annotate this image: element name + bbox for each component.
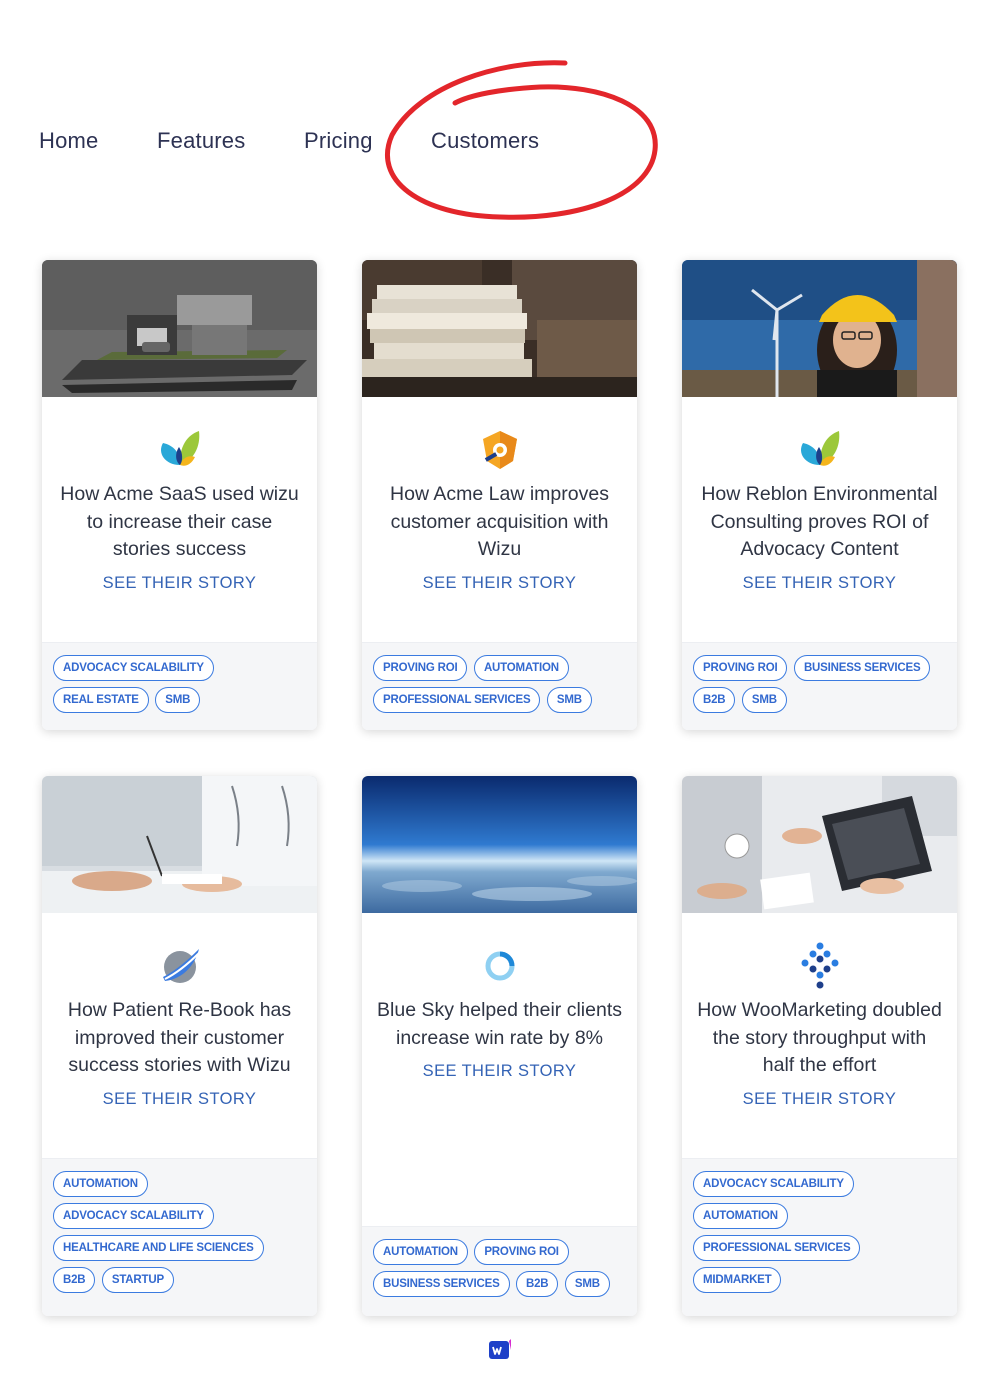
tag-chip[interactable]: STARTUP: [101, 1267, 174, 1293]
card-title: Blue Sky helped their clients increase w…: [377, 999, 622, 1049]
tag-chip[interactable]: ADVOCACY SCALABILITY: [53, 1203, 214, 1229]
see-their-story-link[interactable]: SEE THEIR STORY: [743, 574, 897, 593]
card-body: How Acme Law improves customer acquisiti…: [362, 397, 637, 593]
case-study-card[interactable]: How Reblon Environmental Consulting prov…: [682, 260, 957, 730]
wizu-logo-icon[interactable]: [488, 1338, 512, 1360]
tag-chip[interactable]: REAL ESTATE: [53, 687, 149, 713]
tag-chip[interactable]: BUSINESS SERVICES: [373, 1271, 510, 1297]
card-body: How Reblon Environmental Consulting prov…: [682, 397, 957, 593]
tag-chip[interactable]: SMB: [741, 687, 787, 713]
card-body: Blue Sky helped their clients increase w…: [362, 913, 637, 1081]
see-their-story-link[interactable]: SEE THEIR STORY: [423, 1062, 577, 1081]
card-image-books: [362, 260, 637, 397]
card-title: How Reblon Environmental Consulting prov…: [701, 483, 938, 560]
leaf-logo-icon: [160, 431, 199, 466]
card-image-doctor: [42, 776, 317, 913]
tag-chip[interactable]: AUTOMATION: [693, 1203, 788, 1229]
card-body: How WooMarketing doubled the story throu…: [682, 913, 957, 1109]
card-image-house-model: [42, 260, 317, 397]
nav-pricing[interactable]: Pricing: [304, 128, 373, 154]
card-image-engineer: [682, 260, 957, 397]
tag-chip[interactable]: MIDMARKET: [693, 1267, 782, 1293]
card-tags: PROVING ROI BUSINESS SERVICES B2B SMB: [682, 642, 957, 730]
tag-chip[interactable]: SMB: [155, 687, 201, 713]
case-study-card[interactable]: How WooMarketing doubled the story throu…: [682, 776, 957, 1316]
shield-logo-icon: [482, 431, 517, 469]
see-their-story-link[interactable]: SEE THEIR STORY: [743, 1090, 897, 1109]
see-their-story-link[interactable]: SEE THEIR STORY: [103, 574, 257, 593]
card-tags: AUTOMATION PROVING ROI BUSINESS SERVICES…: [362, 1226, 637, 1316]
card-title: How Patient Re-Book has improved their c…: [67, 999, 292, 1076]
tag-chip[interactable]: PROFESSIONAL SERVICES: [373, 687, 541, 713]
tag-chip[interactable]: AUTOMATION: [473, 655, 569, 681]
case-study-card[interactable]: How Acme Law improves customer acquisiti…: [362, 260, 637, 730]
tag-chip[interactable]: AUTOMATION: [53, 1171, 148, 1197]
nav-features[interactable]: Features: [157, 128, 245, 154]
card-tags: ADVOCACY SCALABILITY AUTOMATION PROFESSI…: [682, 1158, 957, 1316]
see-their-story-link[interactable]: SEE THEIR STORY: [423, 574, 577, 593]
tag-chip[interactable]: PROVING ROI: [373, 655, 468, 681]
case-study-card[interactable]: How Acme SaaS used wizu to increase thei…: [42, 260, 317, 730]
dots-logo-icon: [801, 942, 838, 989]
tag-chip[interactable]: PROVING ROI: [693, 655, 788, 681]
see-their-story-link[interactable]: SEE THEIR STORY: [103, 1090, 257, 1109]
card-tags: ADVOCACY SCALABILITY REAL ESTATE SMB: [42, 642, 317, 730]
nav-home[interactable]: Home: [39, 128, 99, 154]
tag-chip[interactable]: AUTOMATION: [373, 1239, 468, 1265]
card-tags: PROVING ROI AUTOMATION PROFESSIONAL SERV…: [362, 642, 637, 730]
card-body: How Acme SaaS used wizu to increase thei…: [42, 397, 317, 593]
card-title: How Acme SaaS used wizu to increase thei…: [60, 483, 299, 560]
case-study-card[interactable]: Blue Sky helped their clients increase w…: [362, 776, 637, 1316]
tag-chip[interactable]: B2B: [693, 687, 736, 713]
card-tags: AUTOMATION ADVOCACY SCALABILITY HEALTHCA…: [42, 1158, 317, 1316]
swoosh-logo-icon: [162, 949, 200, 983]
card-title: How WooMarketing doubled the story throu…: [697, 999, 942, 1076]
tag-chip[interactable]: PROFESSIONAL SERVICES: [693, 1235, 861, 1261]
tag-chip[interactable]: SMB: [546, 687, 592, 713]
top-navigation: Home Features Pricing Customers: [0, 128, 1006, 162]
tag-chip[interactable]: PROVING ROI: [474, 1239, 569, 1265]
tag-chip[interactable]: ADVOCACY SCALABILITY: [53, 655, 214, 681]
card-body: How Patient Re-Book has improved their c…: [42, 913, 317, 1109]
card-title: How Acme Law improves customer acquisiti…: [390, 483, 609, 560]
card-image-sky: [362, 776, 637, 913]
tag-chip[interactable]: HEALTHCARE AND LIFE SCIENCES: [53, 1235, 264, 1261]
card-image-meeting: [682, 776, 957, 913]
ring-logo-icon: [485, 951, 514, 981]
tag-chip[interactable]: SMB: [564, 1271, 610, 1297]
tag-chip[interactable]: B2B: [516, 1271, 559, 1297]
leaf-logo-icon: [800, 431, 839, 466]
nav-customers[interactable]: Customers: [431, 128, 539, 154]
case-study-card[interactable]: How Patient Re-Book has improved their c…: [42, 776, 317, 1316]
tag-chip[interactable]: ADVOCACY SCALABILITY: [693, 1171, 854, 1197]
tag-chip[interactable]: BUSINESS SERVICES: [793, 655, 931, 681]
tag-chip[interactable]: B2B: [53, 1267, 96, 1293]
